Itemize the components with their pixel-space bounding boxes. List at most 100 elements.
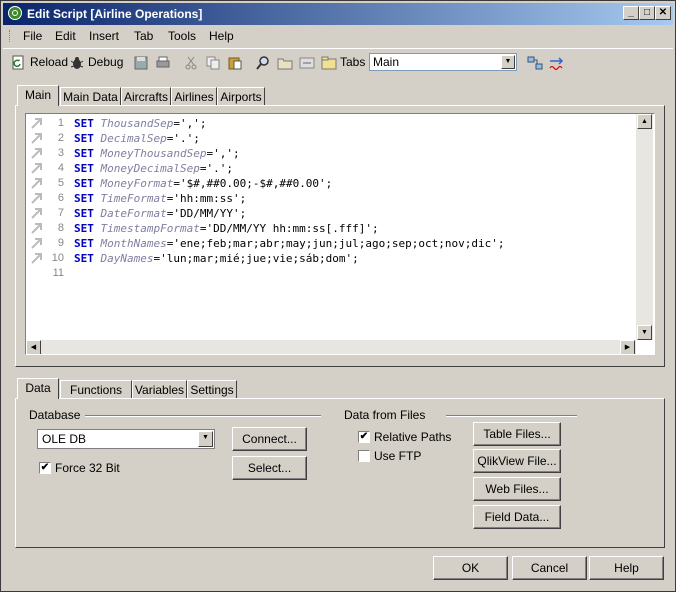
script-line: 1 SET ThousandSep=','; xyxy=(26,116,636,131)
save-icon[interactable] xyxy=(133,55,149,71)
tools-tab-strip: Data Functions Variables Settings xyxy=(15,378,665,399)
database-group-label: Database xyxy=(29,408,81,422)
tabs-dropdown[interactable]: Main ▼ xyxy=(369,53,517,71)
variable-value: ='lun;mar;mié;jue;vie;sáb;dom'; xyxy=(153,252,359,265)
force-32-bit-label: Force 32 Bit xyxy=(55,461,120,475)
tab-variables[interactable]: Variables xyxy=(132,380,187,398)
scroll-down-icon[interactable]: ▼ xyxy=(637,325,652,340)
ok-button[interactable]: OK xyxy=(433,556,508,580)
table-files-button[interactable]: Table Files... xyxy=(473,422,561,446)
menu-bar: File Edit Insert Tab Tools Help xyxy=(3,26,673,46)
tab-main[interactable]: Main xyxy=(17,85,59,106)
connect-button[interactable]: Connect... xyxy=(232,427,307,451)
field-data-button[interactable]: Field Data... xyxy=(473,505,561,529)
toolbar: Reload Debug Tabs Main ▼ xyxy=(3,48,673,75)
line-number: 10 xyxy=(51,252,64,264)
menu-edit[interactable]: Edit xyxy=(55,29,76,43)
tabs-icon xyxy=(321,56,337,70)
indent-icon[interactable] xyxy=(299,55,315,71)
line-marker-arrow-icon xyxy=(31,193,42,204)
line-number: 9 xyxy=(57,237,64,249)
scroll-right-icon[interactable]: ▶ xyxy=(620,340,635,354)
keyword: SET xyxy=(74,132,94,145)
script-line: 9 SET MonthNames='ene;feb;mar;abr;may;jun… xyxy=(26,236,636,251)
tab-airports[interactable]: Airports xyxy=(217,87,265,105)
vertical-scrollbar[interactable]: ▲ ▼ xyxy=(636,114,653,340)
variable-name: TimeFormat xyxy=(100,192,167,205)
variable-value: ='DD/MM/YY hh:mm:ss[.fff]'; xyxy=(199,222,379,235)
maximize-button[interactable]: □ xyxy=(639,6,655,20)
menu-grip xyxy=(9,30,12,42)
paste-icon[interactable] xyxy=(227,55,243,71)
code-text: SET MoneyThousandSep=','; xyxy=(74,146,240,161)
open-folder-icon[interactable] xyxy=(277,55,293,71)
script-line: 4 SET MoneyDecimalSep='.'; xyxy=(26,161,636,176)
use-ftp-label: Use FTP xyxy=(374,449,422,463)
line-marker-arrow-icon xyxy=(31,148,42,159)
variable-name: TimestampFormat xyxy=(100,222,200,235)
relative-paths-checkbox[interactable]: ✔ xyxy=(358,431,370,443)
select-button[interactable]: Select... xyxy=(232,456,307,480)
cut-icon[interactable] xyxy=(183,55,199,71)
script-editor[interactable]: 1 SET ThousandSep=','; 2 SET DecimalSep='.'… xyxy=(25,113,655,355)
tab-data[interactable]: Data xyxy=(17,378,59,399)
line-marker-arrow-icon xyxy=(31,208,42,219)
variable-value: =','; xyxy=(173,117,207,130)
keyword: SET xyxy=(74,192,94,205)
reload-button[interactable]: Reload xyxy=(11,53,68,71)
table-viewer-icon[interactable] xyxy=(527,55,543,71)
menu-insert[interactable]: Insert xyxy=(89,29,119,43)
tab-functions[interactable]: Functions xyxy=(60,380,132,398)
force-32-bit-checkbox[interactable]: ✔ xyxy=(39,462,51,474)
variable-value: =','; xyxy=(206,147,240,160)
find-icon[interactable] xyxy=(255,55,271,71)
variable-name: MoneyThousandSep xyxy=(100,147,207,160)
code-text: SET MonthNames='ene;feb;mar;abr;may;jun;… xyxy=(74,236,505,251)
horizontal-scrollbar[interactable]: ◀ ▶ xyxy=(26,340,636,354)
variable-name: MoneyFormat xyxy=(100,177,174,190)
debug-bug-icon xyxy=(70,56,84,69)
chevron-down-icon[interactable]: ▼ xyxy=(501,55,515,69)
database-chevron-down-icon[interactable]: ▼ xyxy=(198,431,213,447)
help-button[interactable]: Help xyxy=(589,556,664,580)
use-ftp-checkbox[interactable] xyxy=(358,450,370,462)
script-line: 7 SET DateFormat='DD/MM/YY'; xyxy=(26,206,636,221)
files-group-divider xyxy=(446,415,577,417)
variable-value: ='hh:mm:ss'; xyxy=(166,192,247,205)
tab-airlines[interactable]: Airlines xyxy=(171,87,217,105)
code-text: SET TimeFormat='hh:mm:ss'; xyxy=(74,191,246,206)
cancel-button[interactable]: Cancel xyxy=(512,556,587,580)
tabs-button[interactable]: Tabs xyxy=(321,53,365,71)
keyword: SET xyxy=(74,117,94,130)
script-line: 11 xyxy=(26,266,636,281)
relative-paths-label: Relative Paths xyxy=(374,430,452,444)
keyword: SET xyxy=(74,207,94,220)
line-marker-arrow-icon xyxy=(31,118,42,129)
qlikview-file-button[interactable]: QlikView File... xyxy=(473,449,561,473)
print-icon[interactable] xyxy=(155,55,171,71)
tab-settings[interactable]: Settings xyxy=(187,380,237,398)
menu-file[interactable]: File xyxy=(23,29,42,43)
line-marker-arrow-icon xyxy=(31,178,42,189)
menu-tools[interactable]: Tools xyxy=(168,29,196,43)
variable-name: DecimalSep xyxy=(100,132,167,145)
syntax-check-icon[interactable] xyxy=(549,55,565,71)
script-line: 8 SET TimestampFormat='DD/MM/YY hh:mm:ss[… xyxy=(26,221,636,236)
copy-icon[interactable] xyxy=(205,55,221,71)
code-text: SET TimestampFormat='DD/MM/YY hh:mm:ss[.… xyxy=(74,221,379,236)
minimize-button[interactable]: _ xyxy=(623,6,639,20)
debug-button[interactable]: Debug xyxy=(69,53,123,71)
database-select[interactable]: OLE DB ▼ xyxy=(37,429,215,449)
menu-tab[interactable]: Tab xyxy=(134,29,153,43)
line-number: 6 xyxy=(57,192,64,204)
script-line: 6 SET TimeFormat='hh:mm:ss'; xyxy=(26,191,636,206)
window-title: Edit Script [Airline Operations] xyxy=(27,7,203,21)
tab-main-data[interactable]: Main Data xyxy=(60,87,121,105)
script-line: 3 SET MoneyThousandSep=','; xyxy=(26,146,636,161)
web-files-button[interactable]: Web Files... xyxy=(473,477,561,501)
tab-aircrafts[interactable]: Aircrafts xyxy=(121,87,171,105)
close-button[interactable]: ✕ xyxy=(655,6,671,20)
menu-help[interactable]: Help xyxy=(209,29,234,43)
scroll-up-icon[interactable]: ▲ xyxy=(637,114,652,129)
scroll-left-icon[interactable]: ◀ xyxy=(26,340,41,354)
